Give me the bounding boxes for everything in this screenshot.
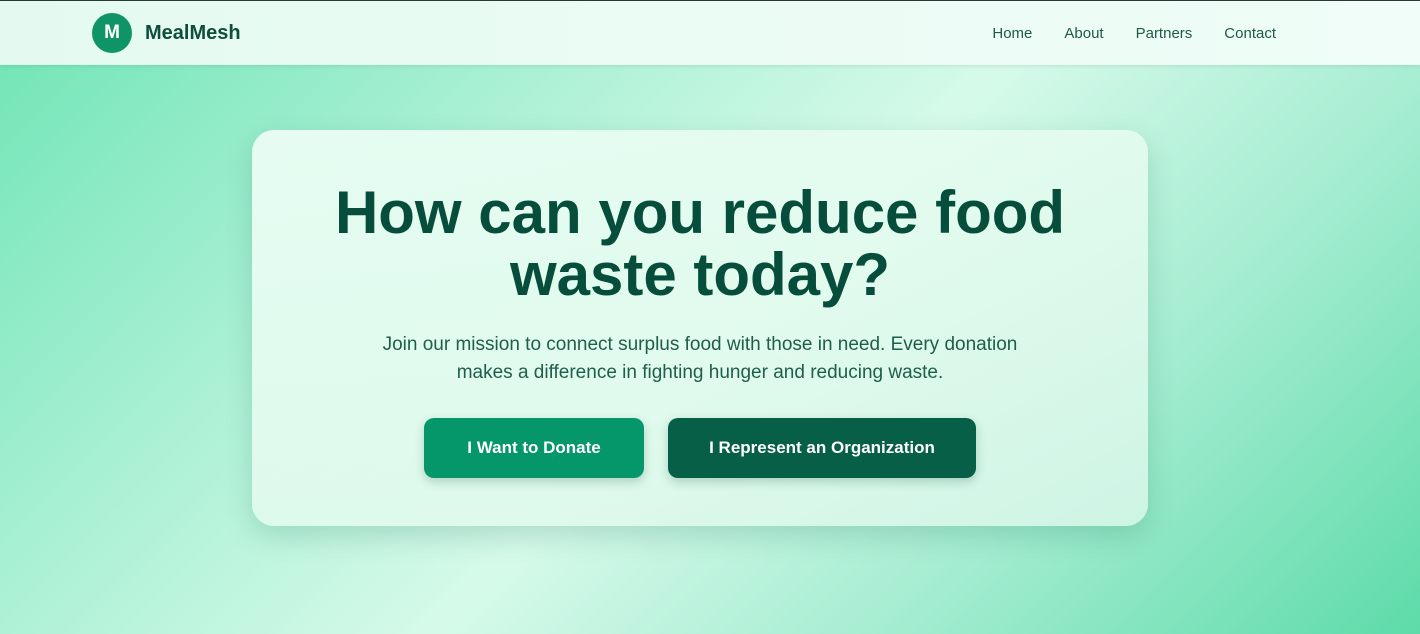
hero-subtitle: Join our mission to connect surplus food…: [382, 334, 1018, 383]
hero-card: How can you reduce food waste today? Joi…: [252, 130, 1148, 526]
brand-name: MealMesh: [145, 21, 241, 44]
logo-letter: M: [104, 22, 120, 43]
nav-link-contact[interactable]: Contact: [1224, 25, 1276, 42]
nav-links: Home About Partners Contact: [992, 1, 1276, 65]
hero-actions: I Want to Donate I Represent an Organiza…: [424, 418, 976, 478]
logo-icon: M: [92, 13, 132, 53]
organization-button[interactable]: I Represent an Organization: [668, 418, 976, 478]
nav-link-about[interactable]: About: [1064, 25, 1103, 42]
nav-link-partners[interactable]: Partners: [1136, 25, 1193, 42]
donate-button[interactable]: I Want to Donate: [424, 418, 644, 478]
nav-link-home[interactable]: Home: [992, 25, 1032, 42]
brand[interactable]: M MealMesh: [92, 13, 241, 53]
navbar: M MealMesh Home About Partners Contact: [0, 1, 1420, 65]
hero-title: How can you reduce food waste today?: [334, 179, 1066, 308]
